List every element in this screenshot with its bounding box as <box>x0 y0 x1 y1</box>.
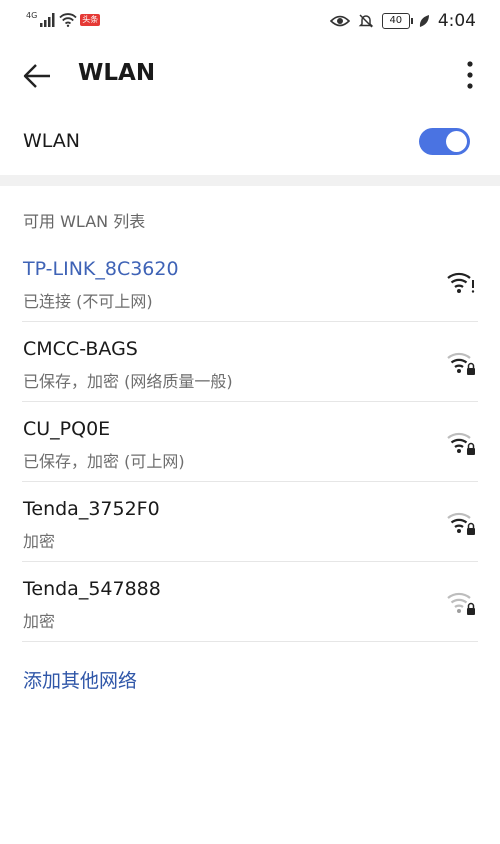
network-status: 已保存，加密 (网络质量一般) <box>23 372 233 391</box>
toggle-knob <box>446 131 467 152</box>
network-item[interactable]: Tenda_547888 加密 <box>0 562 500 642</box>
network-name: CMCC-BAGS <box>23 338 138 360</box>
network-status: 加密 <box>23 532 56 551</box>
network-status: 已连接 (不可上网) <box>23 292 153 311</box>
wifi-weak-locked-icon <box>447 592 475 615</box>
status-bar-left: 4G 头条 <box>26 10 101 30</box>
network-name: Tenda_3752F0 <box>23 498 160 520</box>
more-options-button[interactable] <box>460 58 480 94</box>
leaf-icon <box>419 15 429 27</box>
wifi-locked-icon <box>447 512 475 535</box>
clock: 4:04 <box>437 11 476 31</box>
wlan-toggle-label: WLAN <box>23 130 81 152</box>
available-networks-heading: 可用 WLAN 列表 <box>23 212 146 231</box>
network-name: TP-LINK_8C3620 <box>23 258 179 280</box>
wifi-full-warning-icon <box>447 272 475 293</box>
status-bar: 4G 头条 40 4:04 <box>0 0 500 40</box>
network-item[interactable]: TP-LINK_8C3620 已连接 (不可上网) <box>0 242 500 322</box>
network-list: TP-LINK_8C3620 已连接 (不可上网) CMCC-BAGS 已保存，… <box>0 242 500 642</box>
wifi-locked-icon <box>447 352 475 375</box>
news-app-badge-icon: 头条 <box>80 14 101 26</box>
mute-bell-icon <box>358 14 374 28</box>
eye-icon <box>329 15 350 27</box>
arrow-left-icon <box>23 64 50 88</box>
app-bar: WLAN <box>0 44 500 108</box>
network-item[interactable]: Tenda_3752F0 加密 <box>0 482 500 562</box>
network-item[interactable]: CMCC-BAGS 已保存，加密 (网络质量一般) <box>0 322 500 402</box>
cellular-signal-icon <box>40 13 55 27</box>
more-vertical-icon <box>467 61 473 89</box>
wlan-toggle-row[interactable]: WLAN <box>0 116 500 170</box>
network-type-label: 4G <box>26 10 38 20</box>
page-title: WLAN <box>78 60 156 86</box>
network-status: 加密 <box>23 612 56 631</box>
wifi-locked-icon <box>447 432 475 455</box>
network-name: Tenda_547888 <box>23 578 161 600</box>
network-name: CU_PQ0E <box>23 418 111 440</box>
add-other-network-link[interactable]: 添加其他网络 <box>23 666 137 693</box>
status-bar-right: 40 4:04 <box>329 10 476 32</box>
wlan-toggle-switch[interactable] <box>419 128 470 155</box>
row-divider <box>22 641 478 642</box>
network-status: 已保存，加密 (可上网) <box>23 452 185 471</box>
section-divider <box>0 175 500 186</box>
battery-icon: 40 <box>381 13 413 29</box>
wifi-status-icon <box>59 13 77 27</box>
network-item[interactable]: CU_PQ0E 已保存，加密 (可上网) <box>0 402 500 482</box>
back-button[interactable] <box>20 58 56 94</box>
